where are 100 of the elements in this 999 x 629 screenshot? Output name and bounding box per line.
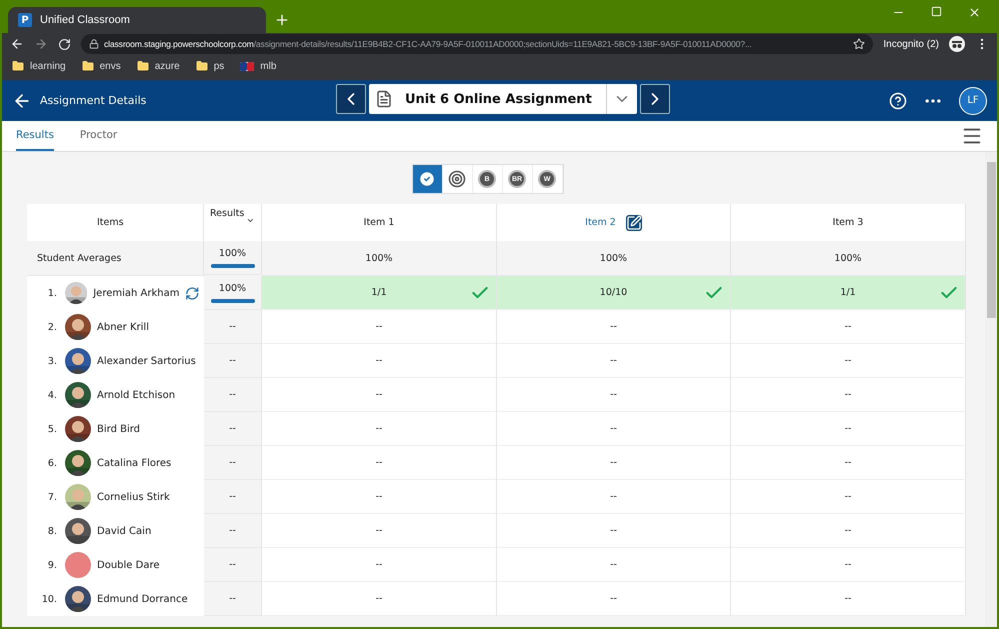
table-cell: -- xyxy=(497,514,731,548)
row-number: 5. xyxy=(27,412,59,446)
student-name[interactable]: Catalina Flores xyxy=(97,458,172,468)
table-cell: -- xyxy=(262,480,497,514)
results-cell: -- xyxy=(204,514,262,548)
results-cell: -- xyxy=(204,480,262,514)
results-cell: -- xyxy=(204,548,262,582)
check-icon xyxy=(418,170,436,188)
tab[interactable]: Proctor xyxy=(80,121,118,151)
results-cell: 100% xyxy=(204,276,262,310)
maximize-icon[interactable] xyxy=(931,6,942,17)
column-header[interactable]: Item 3 xyxy=(731,204,966,241)
folder-icon xyxy=(12,60,24,72)
page-title: Assignment Details xyxy=(40,94,146,107)
bookmark[interactable]: ps xyxy=(196,60,224,72)
scrollbar-thumb[interactable] xyxy=(986,162,996,318)
results-cell: -- xyxy=(204,378,262,412)
table-cell: -- xyxy=(497,446,731,480)
bookmark[interactable]: envs xyxy=(82,60,121,72)
table-cell: -- xyxy=(731,344,966,378)
folder-icon xyxy=(82,60,94,72)
new-tab-icon[interactable] xyxy=(274,12,290,28)
table-cell: -- xyxy=(262,310,497,344)
lock-icon xyxy=(89,39,99,49)
row-number: 1. xyxy=(27,276,59,310)
student-name[interactable]: Arnold Etchison xyxy=(97,390,176,400)
student-name[interactable]: Cornelius Stirk xyxy=(97,492,170,502)
table-cell: -- xyxy=(731,378,966,412)
row-number: 3. xyxy=(27,344,59,378)
logo xyxy=(240,62,254,70)
next-button[interactable] xyxy=(640,84,670,114)
table-cell: -- xyxy=(262,514,497,548)
table-cell: 10/10 xyxy=(497,276,731,310)
table-cell: -- xyxy=(497,412,731,446)
document-icon xyxy=(375,90,393,108)
column-header: Items xyxy=(59,204,204,241)
student-name[interactable]: Double Dare xyxy=(97,560,160,570)
results-cell: -- xyxy=(204,344,262,378)
results-cell: -- xyxy=(204,412,262,446)
table-cell: -- xyxy=(731,412,966,446)
results-cell: -- xyxy=(204,310,262,344)
table-cell: -- xyxy=(731,480,966,514)
bookmark[interactable]: learning xyxy=(12,60,66,72)
table-cell: -- xyxy=(497,582,731,616)
table-cell: -- xyxy=(731,582,966,616)
table-cell: -- xyxy=(497,480,731,514)
incognito-icon[interactable] xyxy=(949,36,965,52)
reload-icon[interactable] xyxy=(58,38,71,50)
edit-icon[interactable] xyxy=(626,214,642,230)
tab[interactable]: Results xyxy=(16,121,54,151)
forward-icon[interactable] xyxy=(34,37,48,51)
target-icon xyxy=(448,170,466,188)
incognito-label: Incognito (2) xyxy=(883,38,939,50)
close-icon[interactable] xyxy=(968,6,981,19)
table-cell: -- xyxy=(731,548,966,582)
results-cell: -- xyxy=(204,446,262,480)
row-number: 8. xyxy=(27,514,59,548)
bookmark[interactable]: mlb xyxy=(240,60,276,72)
table-cell: -- xyxy=(731,446,966,480)
view-button[interactable] xyxy=(412,165,442,193)
retry-icon[interactable] xyxy=(185,284,200,302)
star-icon[interactable] xyxy=(853,38,866,50)
column-header[interactable]: Item 1 xyxy=(262,204,497,241)
student-name[interactable]: David Cain xyxy=(97,526,152,536)
table-cell: -- xyxy=(497,310,731,344)
user-avatar[interactable]: LF xyxy=(959,86,987,114)
table-cell: -- xyxy=(262,548,497,582)
table-cell: 1/1 xyxy=(262,276,497,310)
bookmark[interactable]: azure xyxy=(136,60,180,72)
help-icon[interactable] xyxy=(889,92,907,110)
student-name[interactable]: Bird Bird xyxy=(97,424,140,434)
row-number: 6. xyxy=(27,446,59,480)
caret-icon xyxy=(246,216,255,225)
row-number: 10. xyxy=(27,582,59,616)
student-name[interactable]: Jeremiah Arkham xyxy=(93,288,180,298)
column-header[interactable]: Item 2 xyxy=(497,204,731,241)
assignment-picker[interactable]: Unit 6 Online Assignment xyxy=(369,84,637,114)
student-name[interactable]: Abner Krill xyxy=(97,322,149,332)
table-cell: 100% xyxy=(731,241,966,276)
row-number: 7. xyxy=(27,480,59,514)
row-number: 4. xyxy=(27,378,59,412)
table-cell: -- xyxy=(497,548,731,582)
table-cell: -- xyxy=(262,344,497,378)
favicon: P xyxy=(18,13,32,27)
table-cell: -- xyxy=(497,378,731,412)
results-cell: -- xyxy=(204,582,262,616)
table-cell: -- xyxy=(731,310,966,344)
address-bar[interactable]: classroom.staging.powerschoolcorp.com/assignment-details/results/11E9B4B2-CF1C-AA79-9A5F-010011AD0000;sectionUids=11E9A821-5BC9-13BF-9A5F-010011AD0000?... xyxy=(81,34,874,54)
table-cell: 100% xyxy=(497,241,731,276)
folder-icon xyxy=(196,60,208,72)
averages-label: Student Averages xyxy=(27,241,204,276)
row-number: 9. xyxy=(27,548,59,582)
table-cell: -- xyxy=(262,446,497,480)
tab-title: Unified Classroom xyxy=(40,14,130,26)
results-header[interactable]: Results xyxy=(204,204,262,241)
table-cell: 100% xyxy=(262,241,497,276)
folder-icon xyxy=(136,60,149,72)
previous-button[interactable] xyxy=(336,84,366,114)
browser-tab[interactable]: P Unified Classroom xyxy=(8,7,266,33)
back-icon[interactable] xyxy=(10,37,24,51)
